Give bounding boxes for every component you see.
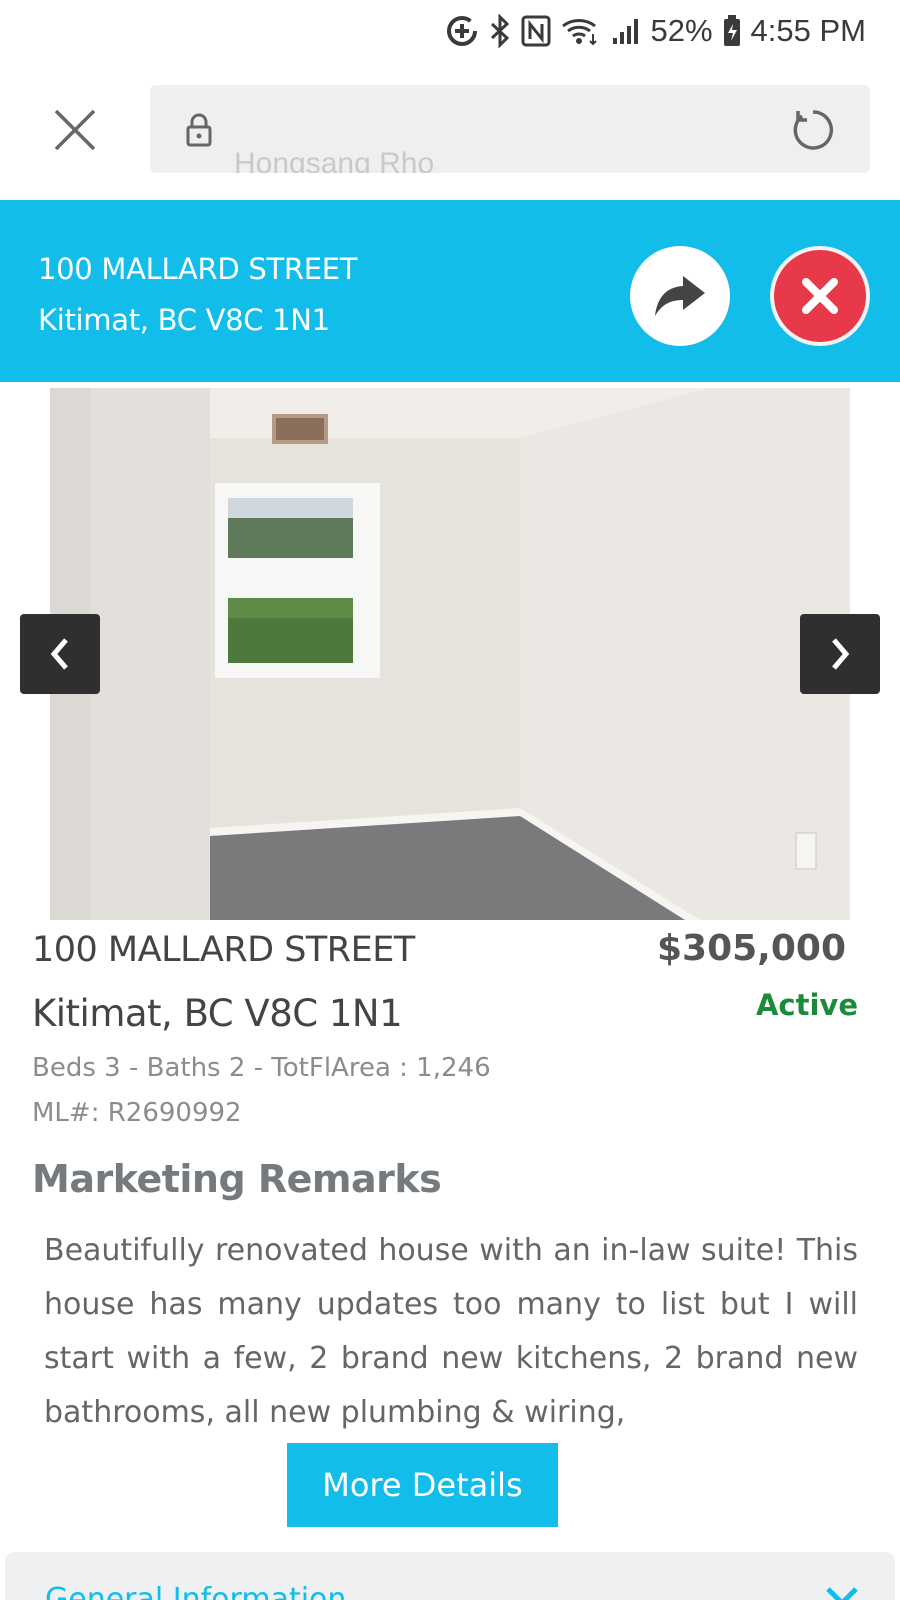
signal-icon: [611, 16, 641, 46]
remarks-text: Beautifully renovated house with an in-l…: [44, 1233, 858, 1430]
clock: 4:55 PM: [750, 13, 866, 48]
listing-specs: Beds 3 - Baths 2 - TotFlArea : 1,246: [32, 1053, 491, 1083]
general-information-accordion[interactable]: General Information: [5, 1552, 895, 1600]
wifi-icon: [561, 16, 601, 46]
close-listing-button[interactable]: [770, 246, 870, 346]
chevron-left-icon: [50, 638, 68, 670]
reload-icon[interactable]: [790, 107, 836, 157]
chevron-down-icon: [825, 1586, 859, 1600]
data-saver-icon: [445, 14, 479, 48]
url-bar[interactable]: Hongsang Rho: [150, 85, 870, 173]
listing-address-line1: 100 MALLARD STREET: [32, 930, 415, 970]
close-icon: [54, 109, 96, 151]
share-arrow-icon: [655, 276, 705, 316]
lock-icon: [184, 113, 214, 151]
room-photo-image: [50, 388, 850, 920]
chevron-right-icon: [832, 638, 850, 670]
listing-mls-number: ML#: R2690992: [32, 1098, 242, 1128]
previous-photo-button[interactable]: [20, 614, 100, 694]
bluetooth-icon: [489, 14, 511, 48]
listing-banner: 100 MALLARD STREET Kitimat, BC V8C 1N1: [0, 200, 900, 382]
listing-photo: [50, 388, 850, 920]
remarks-heading: Marketing Remarks: [32, 1157, 442, 1201]
accordion-label: General Information: [45, 1582, 347, 1600]
close-tab-button[interactable]: [50, 105, 100, 155]
battery-percent: 52%: [650, 13, 713, 48]
share-button[interactable]: [630, 246, 730, 346]
next-photo-button[interactable]: [800, 614, 880, 694]
listing-price: $305,000: [656, 928, 846, 969]
close-icon: [802, 278, 838, 314]
more-details-button[interactable]: More Details: [287, 1443, 558, 1527]
nfc-icon: [521, 15, 551, 47]
status-bar: 52% 4:55 PM: [0, 0, 900, 60]
banner-address-line2: Kitimat, BC V8C 1N1: [38, 303, 330, 337]
listing-address-line2: Kitimat, BC V8C 1N1: [32, 992, 403, 1035]
listing-status-badge: Active: [755, 988, 858, 1022]
battery-charging-icon: [723, 15, 741, 47]
url-ghost-text: Hongsang Rho: [234, 147, 435, 173]
banner-address-line1: 100 MALLARD STREET: [38, 252, 358, 286]
status-icons: 52% 4:55 PM: [445, 10, 866, 52]
